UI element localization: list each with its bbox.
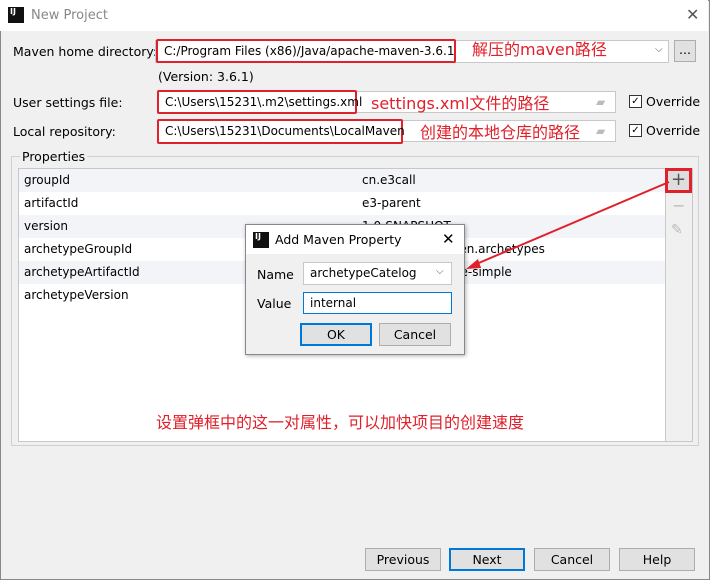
previous-button[interactable]: Previous <box>365 548 441 571</box>
next-button[interactable]: Next <box>449 548 525 571</box>
help-button[interactable]: Help <box>619 548 695 571</box>
cancel-wizard-button[interactable]: Cancel <box>534 548 610 571</box>
annotation-arrow <box>466 181 670 269</box>
